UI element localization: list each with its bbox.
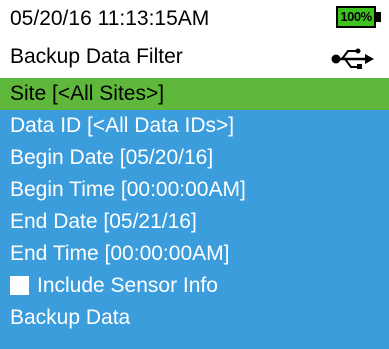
menu-item-backup-data[interactable]: Backup Data [0, 302, 389, 334]
battery-icon: 100% [336, 6, 382, 28]
battery-body: 100% [336, 6, 376, 28]
menu-item-include-sensor-info-label: Include Sensor Info [37, 274, 218, 297]
menu-item-end-date-label: End Date [05/21/16] [10, 210, 197, 233]
usb-icon [331, 48, 374, 69]
page-title: Backup Data Filter [10, 45, 183, 68]
filter-menu: Site [<All Sites>] Data ID [<All Data ID… [0, 78, 389, 349]
menu-item-begin-time-label: Begin Time [00:00:00AM] [10, 178, 246, 201]
battery-percent-label: 100% [340, 9, 372, 24]
menu-item-begin-time[interactable]: Begin Time [00:00:00AM] [0, 174, 389, 206]
device-screen: 05/20/16 11:13:15AM 100% Backup Data Fil… [0, 0, 389, 349]
header: Backup Data Filter [0, 38, 389, 78]
menu-item-site[interactable]: Site [<All Sites>] [0, 78, 389, 110]
datetime-display: 05/20/16 11:13:15AM [10, 7, 210, 30]
menu-item-begin-date-label: Begin Date [05/20/16] [10, 146, 214, 169]
menu-item-end-time[interactable]: End Time [00:00:00AM] [0, 238, 389, 270]
battery-cap [376, 12, 381, 22]
menu-item-data-id[interactable]: Data ID [<All Data IDs>] [0, 110, 389, 142]
menu-item-backup-data-label: Backup Data [10, 306, 131, 329]
status-bar: 05/20/16 11:13:15AM 100% [0, 0, 389, 38]
menu-item-begin-date[interactable]: Begin Date [05/20/16] [0, 142, 389, 174]
menu-item-include-sensor-info[interactable]: Include Sensor Info [0, 270, 389, 302]
menu-item-end-date[interactable]: End Date [05/21/16] [0, 206, 389, 238]
menu-item-data-id-label: Data ID [<All Data IDs>] [10, 114, 235, 137]
menu-item-end-time-label: End Time [00:00:00AM] [10, 242, 230, 265]
menu-item-site-label: Site [<All Sites>] [10, 82, 165, 105]
include-sensor-info-checkbox[interactable] [10, 276, 29, 295]
